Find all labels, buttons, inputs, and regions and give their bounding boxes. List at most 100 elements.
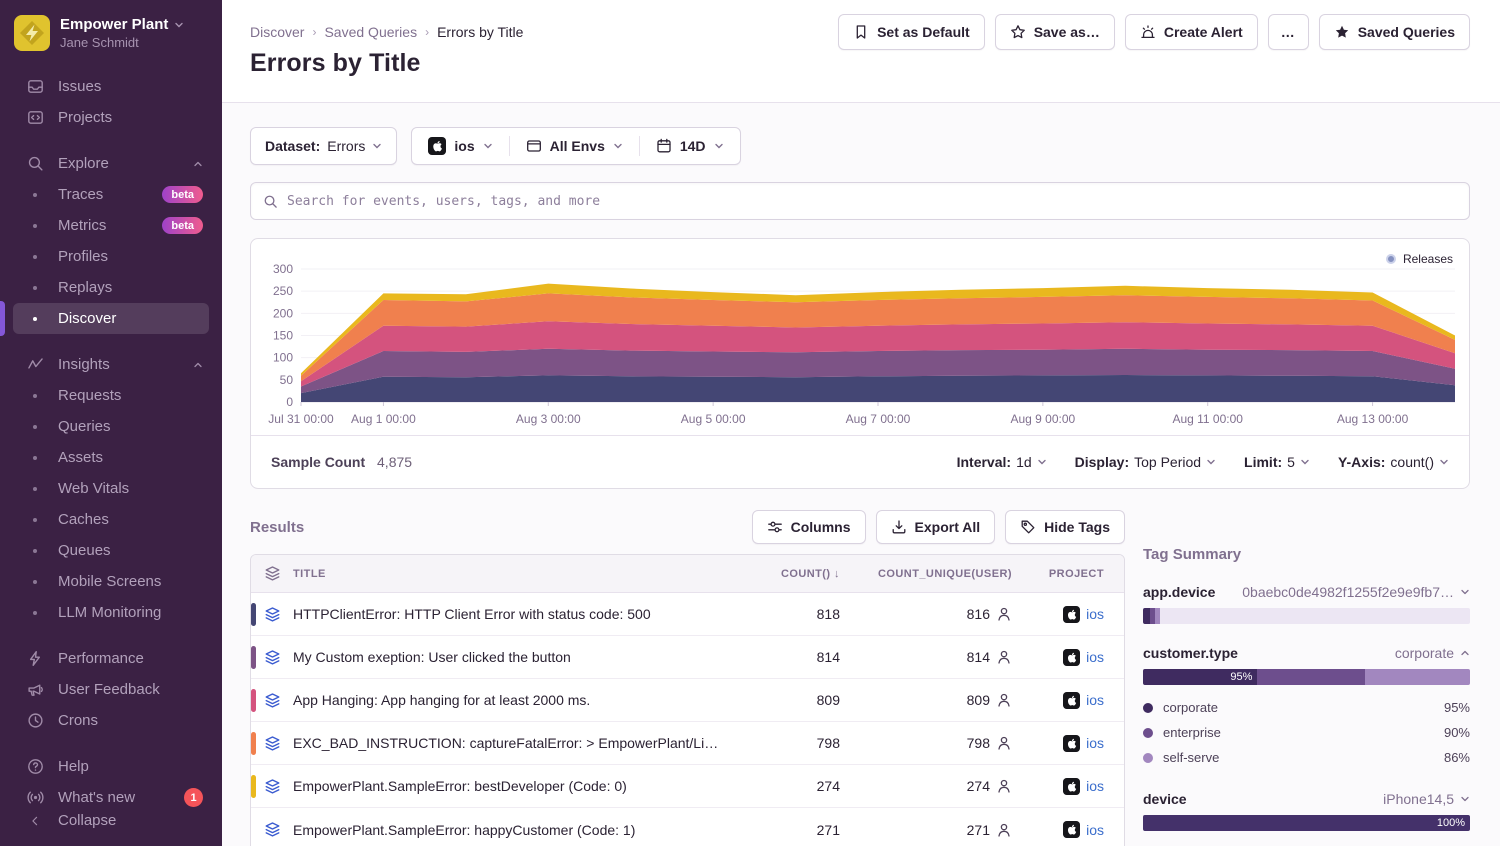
search-input[interactable] [287, 194, 1457, 209]
sidebar-item-crons[interactable]: Crons [13, 705, 209, 736]
date-range-selector[interactable]: 14D [640, 128, 740, 164]
sidebar-item-metrics[interactable]: Metricsbeta [13, 210, 209, 241]
breadcrumb-item: Errors by Title [437, 24, 523, 40]
error-title[interactable]: My Custom exeption: User clicked the but… [293, 649, 736, 665]
error-title[interactable]: EmpowerPlant.SampleError: happyCustomer … [293, 822, 736, 838]
breadcrumb-item[interactable]: Discover [250, 24, 304, 40]
page-title: Errors by Title [250, 49, 1470, 78]
sidebar-item-queries[interactable]: Queries [13, 411, 209, 442]
sidebar-item-projects[interactable]: Projects [13, 102, 209, 133]
sidebar-item-discover[interactable]: Discover [13, 303, 209, 334]
sidebar-group-insights[interactable]: Insights [13, 349, 209, 380]
project-link[interactable]: ios [1086, 692, 1104, 708]
page-header: Discover›Saved Queries›Errors by Title E… [222, 0, 1500, 103]
save-as--button[interactable]: Save as… [995, 14, 1115, 50]
column-header-count-unique[interactable]: COUNT_UNIQUE(USER) [844, 568, 1016, 580]
table-row[interactable]: My Custom exeption: User clicked the but… [251, 636, 1124, 679]
person-icon [996, 778, 1012, 794]
count-unique-value: 798 [844, 735, 1016, 751]
set-as-default-button[interactable]: Set as Default [838, 14, 985, 50]
table-row[interactable]: App Hanging: App hanging for at least 20… [251, 679, 1124, 722]
project-cell[interactable]: ios [1016, 606, 1124, 623]
project-selector[interactable]: ios [412, 128, 508, 164]
project-cell[interactable]: ios [1016, 649, 1124, 666]
column-header-project[interactable]: PROJECT [1016, 568, 1124, 580]
project-cell[interactable]: ios [1016, 735, 1124, 752]
project-link[interactable]: ios [1086, 778, 1104, 794]
bookmark-icon [853, 24, 869, 40]
releases-legend[interactable]: Releases [1386, 252, 1453, 266]
sidebar-item-web-vitals[interactable]: Web Vitals [13, 473, 209, 504]
limit-label: Limit: [1244, 454, 1282, 470]
error-title[interactable]: EmpowerPlant.SampleError: bestDeveloper … [293, 778, 736, 794]
tag-section-header[interactable]: device iPhone14,5 [1143, 791, 1470, 807]
sidebar-item-queues[interactable]: Queues [13, 535, 209, 566]
svg-text:Aug 7 00:00: Aug 7 00:00 [846, 412, 911, 426]
svg-text:250: 250 [273, 284, 293, 298]
sidebar-item-help[interactable]: Help [13, 751, 209, 782]
sidebar-item-mobile-screens[interactable]: Mobile Screens [13, 566, 209, 597]
chevron-down-icon [1439, 457, 1449, 467]
create-alert-button[interactable]: Create Alert [1125, 14, 1258, 50]
stack-icon [251, 821, 293, 838]
stacked-area-chart: 050100150200250300Jul 31 00:00Aug 1 00:0… [251, 239, 1467, 435]
sidebar-item-label: Caches [58, 511, 109, 528]
sidebar-item-performance[interactable]: Performance [13, 643, 209, 674]
sidebar-item-profiles[interactable]: Profiles [13, 241, 209, 272]
table-row[interactable]: EmpowerPlant.SampleError: bestDeveloper … [251, 765, 1124, 808]
sidebar-item-assets[interactable]: Assets [13, 442, 209, 473]
column-header-title[interactable]: TITLE [293, 568, 736, 580]
star-icon [1010, 24, 1026, 40]
breadcrumb-item[interactable]: Saved Queries [324, 24, 417, 40]
table-row[interactable]: HTTPClientError: HTTP Client Error with … [251, 593, 1124, 636]
count-unique-value: 274 [844, 778, 1016, 794]
sidebar-item-replays[interactable]: Replays [13, 272, 209, 303]
project-link[interactable]: ios [1086, 735, 1104, 751]
interval-selector[interactable]: Interval: 1d [957, 454, 1047, 470]
project-cell[interactable]: ios [1016, 692, 1124, 709]
sidebar-item-label: Queries [58, 418, 111, 435]
bullet-icon [25, 193, 45, 197]
error-title[interactable]: HTTPClientError: HTTP Client Error with … [293, 606, 736, 622]
collapse-sidebar-button[interactable]: Collapse [13, 805, 209, 836]
yaxis-selector[interactable]: Y-Axis: count() [1338, 454, 1449, 470]
megaphone-icon [25, 681, 45, 698]
more-options-button[interactable]: … [1268, 14, 1309, 50]
sidebar-item-user-feedback[interactable]: User Feedback [13, 674, 209, 705]
table-row[interactable]: EXC_BAD_INSTRUCTION: captureFatalError: … [251, 722, 1124, 765]
tag-section-header[interactable]: customer.type corporate [1143, 645, 1470, 661]
sidebar-item-label: Web Vitals [58, 480, 129, 497]
tag-top-value: iPhone14,5 [1383, 791, 1454, 807]
tag-key: customer.type [1143, 645, 1238, 661]
sidebar-item-traces[interactable]: Tracesbeta [13, 179, 209, 210]
project-cell[interactable]: ios [1016, 821, 1124, 838]
sidebar-group-explore[interactable]: Explore [13, 148, 209, 179]
org-switcher[interactable]: Empower Plant Jane Schmidt [0, 0, 222, 57]
project-link[interactable]: ios [1086, 606, 1104, 622]
hide-tags-button[interactable]: Hide Tags [1005, 510, 1125, 544]
columns-button[interactable]: Columns [752, 510, 866, 544]
sidebar-item-label: Issues [58, 78, 101, 95]
tag-value-percent: 90% [1444, 725, 1470, 740]
error-title[interactable]: EXC_BAD_INSTRUCTION: captureFatalError: … [293, 735, 736, 751]
tag-key: app.device [1143, 584, 1215, 600]
export-all-button[interactable]: Export All [876, 510, 996, 544]
limit-selector[interactable]: Limit: 5 [1244, 454, 1310, 470]
table-row[interactable]: EmpowerPlant.SampleError: happyCustomer … [251, 808, 1124, 846]
dataset-selector[interactable]: Dataset: Errors [250, 127, 397, 165]
sidebar-item-requests[interactable]: Requests [13, 380, 209, 411]
count-value: 274 [736, 778, 844, 794]
error-title[interactable]: App Hanging: App hanging for at least 20… [293, 692, 736, 708]
sidebar-item-caches[interactable]: Caches [13, 504, 209, 535]
tag-section-header[interactable]: app.device 0baebc0de4982f1255f2e9e9fb7… [1143, 584, 1470, 600]
display-selector[interactable]: Display: Top Period [1075, 454, 1216, 470]
project-link[interactable]: ios [1086, 649, 1104, 665]
column-header-count[interactable]: COUNT() ↓ [736, 568, 844, 580]
saved-queries-button[interactable]: Saved Queries [1319, 14, 1470, 50]
sidebar-item-issues[interactable]: Issues [13, 71, 209, 102]
project-cell[interactable]: ios [1016, 778, 1124, 795]
svg-text:Jul 31 00:00: Jul 31 00:00 [268, 412, 334, 426]
project-link[interactable]: ios [1086, 822, 1104, 838]
sidebar-item-llm-monitoring[interactable]: LLM Monitoring [13, 597, 209, 628]
environment-selector[interactable]: All Envs [510, 128, 639, 164]
